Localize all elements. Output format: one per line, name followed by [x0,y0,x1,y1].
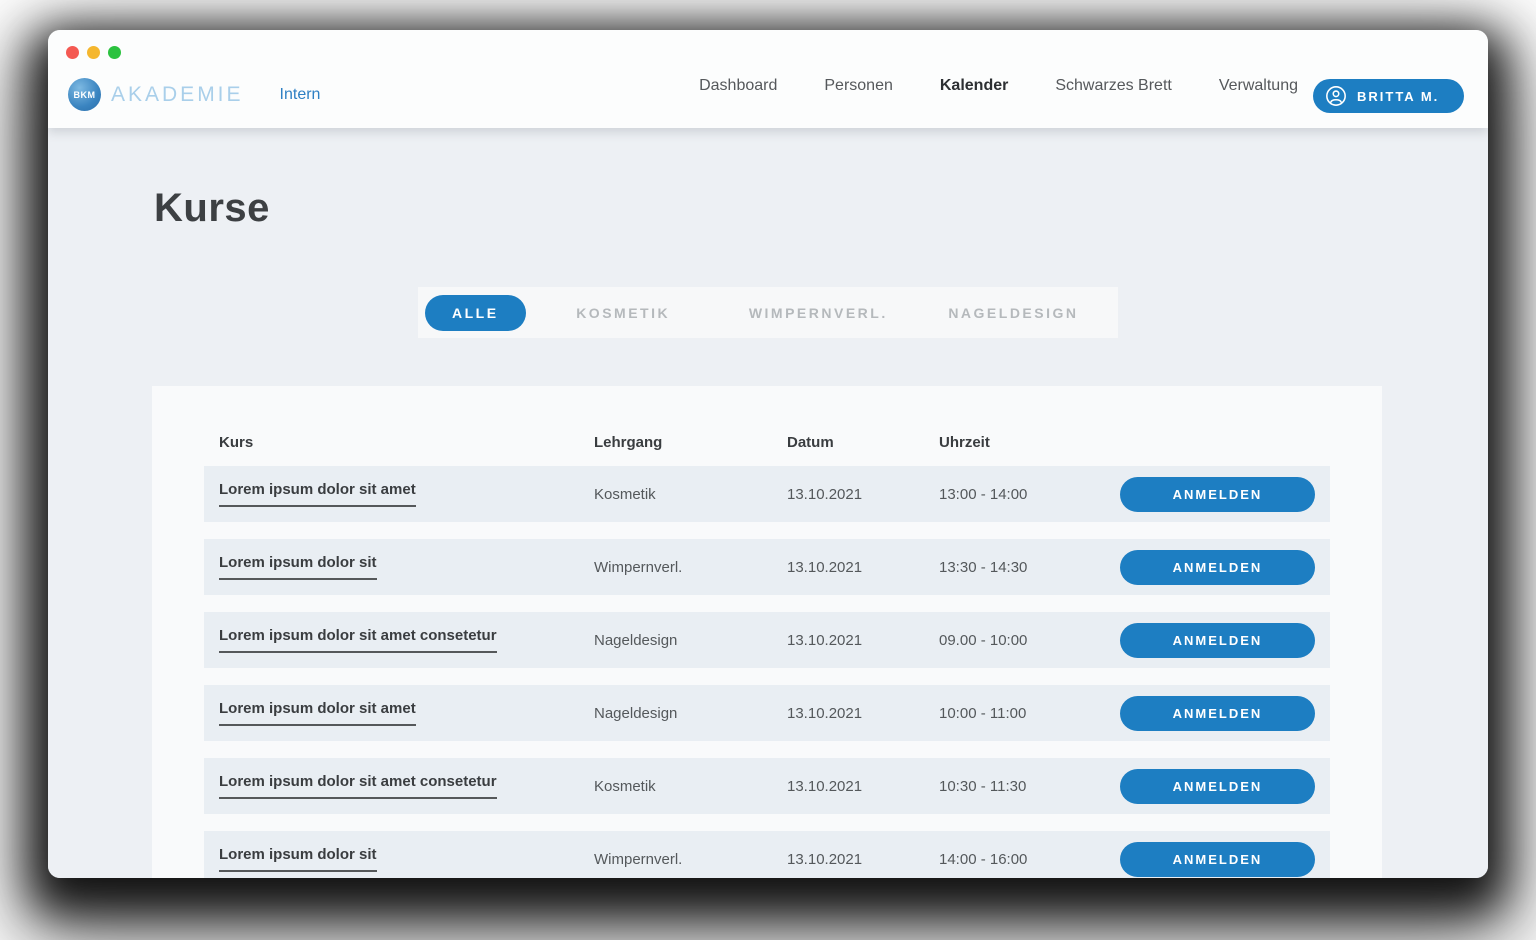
course-link[interactable]: Lorem ipsum dolor sit [219,554,377,580]
course-datum: 13.10.2021 [787,486,939,503]
course-table-card: Kurs Lehrgang Datum Uhrzeit Lorem ipsum … [152,386,1382,878]
window-controls [66,46,121,59]
zoom-window-icon[interactable] [108,46,121,59]
app-logo[interactable]: BKM AKADEMIE Intern [68,78,320,111]
column-header-uhrzeit: Uhrzeit [939,434,1115,451]
course-lehrgang: Kosmetik [594,778,787,795]
course-lehrgang: Kosmetik [594,486,787,503]
nav-item-verwaltung[interactable]: Verwaltung [1219,63,1298,95]
close-window-icon[interactable] [66,46,79,59]
course-row: Lorem ipsum dolor sit Wimpernverl. 13.10… [204,539,1330,595]
course-uhrzeit: 14:00 - 16:00 [939,851,1115,868]
nav-item-schwarzes-brett[interactable]: Schwarzes Brett [1055,63,1171,95]
anmelden-button[interactable]: ANMELDEN [1120,842,1315,877]
course-row: Lorem ipsum dolor sit amet consetetur Ko… [204,758,1330,814]
course-uhrzeit: 13:30 - 14:30 [939,559,1115,576]
user-menu-button[interactable]: BRITTA M. [1313,79,1464,113]
column-header-kurs: Kurs [219,434,594,451]
column-header-lehrgang: Lehrgang [594,434,787,451]
user-name: BRITTA M. [1357,89,1439,104]
course-row: Lorem ipsum dolor sit Wimpernverl. 13.10… [204,831,1330,878]
course-lehrgang: Nageldesign [594,632,787,649]
logo-title: AKADEMIE [111,83,244,107]
anmelden-button[interactable]: ANMELDEN [1120,769,1315,804]
page-title: Kurse [154,186,270,231]
course-uhrzeit: 13:00 - 14:00 [939,486,1115,503]
course-lehrgang: Nageldesign [594,705,787,722]
course-datum: 13.10.2021 [787,705,939,722]
course-link[interactable]: Lorem ipsum dolor sit amet [219,700,416,726]
course-uhrzeit: 09.00 - 10:00 [939,632,1115,649]
course-datum: 13.10.2021 [787,632,939,649]
course-row: Lorem ipsum dolor sit amet Nageldesign 1… [204,685,1330,741]
course-lehrgang: Wimpernverl. [594,559,787,576]
tab-kosmetik[interactable]: KOSMETIK [576,305,670,321]
course-datum: 13.10.2021 [787,851,939,868]
course-link[interactable]: Lorem ipsum dolor sit amet [219,481,416,507]
course-link[interactable]: Lorem ipsum dolor sit amet consetetur [219,627,497,653]
tab-wimpernverl[interactable]: WIMPERNVERL. [749,305,888,321]
course-link[interactable]: Lorem ipsum dolor sit amet consetetur [219,773,497,799]
anmelden-button[interactable]: ANMELDEN [1120,550,1315,585]
app-window: BKM AKADEMIE Intern Dashboard Personen Kal… [48,30,1488,878]
anmelden-button[interactable]: ANMELDEN [1120,477,1315,512]
logo-subtitle: Intern [280,86,321,104]
course-row: Lorem ipsum dolor sit amet Kosmetik 13.1… [204,466,1330,522]
app-header: BKM AKADEMIE Intern Dashboard Personen Kal… [48,30,1488,128]
course-filter-tabs: ALLE KOSMETIK WIMPERNVERL. NAGELDESIGN [418,287,1118,338]
nav-item-dashboard[interactable]: Dashboard [699,63,777,95]
minimize-window-icon[interactable] [87,46,100,59]
course-row: Lorem ipsum dolor sit amet consetetur Na… [204,612,1330,668]
anmelden-button[interactable]: ANMELDEN [1120,696,1315,731]
course-uhrzeit: 10:00 - 11:00 [939,705,1115,722]
course-datum: 13.10.2021 [787,559,939,576]
table-body: Lorem ipsum dolor sit amet Kosmetik 13.1… [204,466,1330,878]
nav-item-kalender[interactable]: Kalender [940,63,1008,95]
anmelden-button[interactable]: ANMELDEN [1120,623,1315,658]
course-lehrgang: Wimpernverl. [594,851,787,868]
table-header-row: Kurs Lehrgang Datum Uhrzeit [204,430,1330,454]
logo-badge-icon: BKM [68,78,101,111]
tab-nageldesign[interactable]: NAGELDESIGN [948,305,1078,321]
course-link[interactable]: Lorem ipsum dolor sit [219,846,377,872]
main-content: Kurse ALLE KOSMETIK WIMPERNVERL. NAGELDESIG… [48,128,1488,878]
tab-alle[interactable]: ALLE [425,295,526,331]
column-header-datum: Datum [787,434,939,451]
course-uhrzeit: 10:30 - 11:30 [939,778,1115,795]
user-circle-icon [1325,85,1347,107]
nav-item-personen[interactable]: Personen [824,63,893,95]
course-datum: 13.10.2021 [787,778,939,795]
main-nav: Dashboard Personen Kalender Schwarzes Brett… [699,30,1298,128]
